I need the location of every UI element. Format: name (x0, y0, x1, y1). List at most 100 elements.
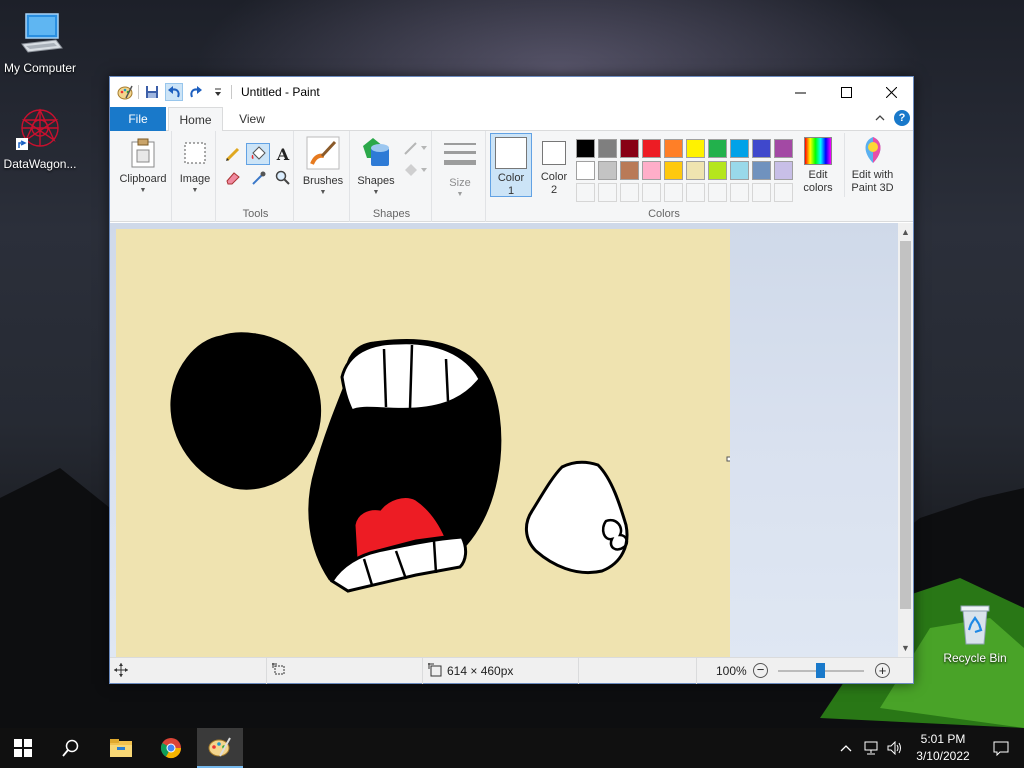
color-swatch[interactable] (708, 139, 727, 158)
color-swatch[interactable] (620, 139, 639, 158)
zoom-out-button[interactable]: − (753, 663, 768, 678)
chevron-down-icon[interactable]: ▼ (901, 643, 910, 653)
network-icon (864, 741, 878, 755)
shapes-button[interactable]: Shapes ▼ (354, 135, 398, 197)
customize-qat-button[interactable] (209, 83, 227, 101)
zoom-in-button[interactable]: + (875, 663, 890, 678)
custom-color-slot[interactable] (576, 183, 595, 202)
color-swatch[interactable] (752, 161, 771, 180)
custom-color-slot[interactable] (774, 183, 793, 202)
desktop-icon-datawagon[interactable]: DataWagon... (0, 106, 80, 171)
zoom-slider-thumb[interactable] (816, 663, 825, 678)
network-button[interactable] (860, 728, 882, 768)
desktop-icon-recycle-bin[interactable]: Recycle Bin (935, 600, 1015, 665)
color-swatch[interactable] (598, 161, 617, 180)
paint-window[interactable]: Untitled - Paint File Home View ? Clipbo… (109, 76, 914, 684)
group-shapes: Shapes ▼ Shapes (352, 131, 432, 222)
taskbar-chrome[interactable] (148, 728, 194, 768)
custom-color-slot[interactable] (708, 183, 727, 202)
outline-pen-icon (404, 142, 427, 155)
magnifier-tool[interactable] (272, 167, 294, 189)
color-picker-tool[interactable] (248, 167, 270, 189)
taskbar-file-explorer[interactable] (98, 728, 144, 768)
color2-button[interactable]: Color 2 (534, 133, 574, 197)
save-button[interactable] (143, 83, 161, 101)
title-bar[interactable]: Untitled - Paint (110, 77, 913, 107)
undo-button[interactable] (165, 83, 183, 101)
color-swatch[interactable] (598, 139, 617, 158)
edit-with-paint3d-button[interactable]: Edit with Paint 3D (844, 133, 900, 197)
search-button[interactable] (48, 728, 94, 768)
tab-view[interactable]: View (228, 107, 276, 131)
tab-home[interactable]: Home (168, 107, 223, 132)
show-hidden-icons-button[interactable] (836, 728, 856, 768)
custom-color-slot[interactable] (642, 183, 661, 202)
custom-color-slot[interactable] (686, 183, 705, 202)
color-swatch[interactable] (752, 139, 771, 158)
chevron-up-icon (875, 115, 885, 121)
clock[interactable]: 5:01 PM 3/10/2022 (908, 731, 978, 765)
minimize-icon (794, 92, 806, 93)
color-swatch[interactable] (576, 161, 595, 180)
chevron-down-icon: ▼ (456, 191, 464, 198)
desktop-icon-my-computer[interactable]: My Computer (0, 10, 80, 75)
eraser-tool[interactable] (222, 167, 244, 189)
color-swatch[interactable] (774, 139, 793, 158)
start-button[interactable] (0, 728, 46, 768)
tab-file[interactable]: File (110, 107, 166, 131)
select-icon (181, 137, 209, 169)
color-swatch[interactable] (664, 139, 683, 158)
custom-color-slot[interactable] (730, 183, 749, 202)
drawing-canvas[interactable] (116, 229, 732, 657)
zoom-level: 100% (716, 664, 747, 678)
action-center-button[interactable] (978, 728, 1024, 768)
color-swatch[interactable] (686, 161, 705, 180)
fill-shape-button[interactable] (402, 161, 428, 179)
color-swatch[interactable] (708, 161, 727, 180)
minimize-button[interactable] (777, 77, 823, 107)
magnifier-icon (275, 170, 290, 185)
custom-color-slot[interactable] (664, 183, 683, 202)
custom-color-slot[interactable] (620, 183, 639, 202)
group-size: Size ▼ (434, 131, 486, 222)
brushes-button[interactable]: Brushes ▼ (298, 135, 348, 197)
volume-button[interactable] (884, 728, 906, 768)
color-swatch[interactable] (774, 161, 793, 180)
taskbar-paint[interactable] (197, 728, 243, 768)
color-swatch[interactable] (664, 161, 683, 180)
fill-tool[interactable] (246, 143, 270, 165)
vertical-scrollbar[interactable]: ▲ ▼ (898, 223, 913, 657)
color-swatch[interactable] (730, 161, 749, 180)
color-swatch[interactable] (730, 139, 749, 158)
text-tool-icon[interactable]: A (272, 143, 294, 165)
paint-app-icon (208, 737, 231, 757)
color-swatch[interactable] (642, 139, 661, 158)
chevron-down-icon: ▼ (191, 187, 199, 194)
close-button[interactable] (868, 77, 914, 107)
line-size-icon (443, 137, 477, 173)
help-icon[interactable]: ? (894, 110, 910, 126)
image-size-icon (428, 663, 442, 680)
clipboard-button[interactable]: Clipboard ▼ (116, 137, 170, 195)
custom-color-slot[interactable] (752, 183, 771, 202)
color-swatch[interactable] (686, 139, 705, 158)
canvas-area[interactable] (110, 223, 900, 657)
paint-app-icon[interactable] (116, 83, 134, 101)
color1-button[interactable]: Color 1 (490, 133, 532, 197)
chevron-up-icon[interactable]: ▲ (901, 227, 910, 237)
color-swatch[interactable] (642, 161, 661, 180)
scrollbar-thumb[interactable] (900, 241, 911, 609)
custom-color-slot[interactable] (598, 183, 617, 202)
pencil-tool[interactable] (222, 143, 244, 165)
image-button[interactable]: Image ▼ (176, 137, 214, 195)
color-swatch[interactable] (620, 161, 639, 180)
color-swatch[interactable] (576, 139, 595, 158)
outline-button[interactable] (402, 139, 428, 157)
maximize-button[interactable] (823, 77, 869, 107)
separator (138, 85, 139, 99)
edit-colors-button[interactable]: Edit colors (796, 133, 840, 197)
size-button[interactable]: Size ▼ (438, 137, 482, 199)
redo-button[interactable] (187, 83, 205, 101)
collapse-ribbon-button[interactable] (874, 112, 886, 127)
computer-icon (16, 10, 64, 58)
